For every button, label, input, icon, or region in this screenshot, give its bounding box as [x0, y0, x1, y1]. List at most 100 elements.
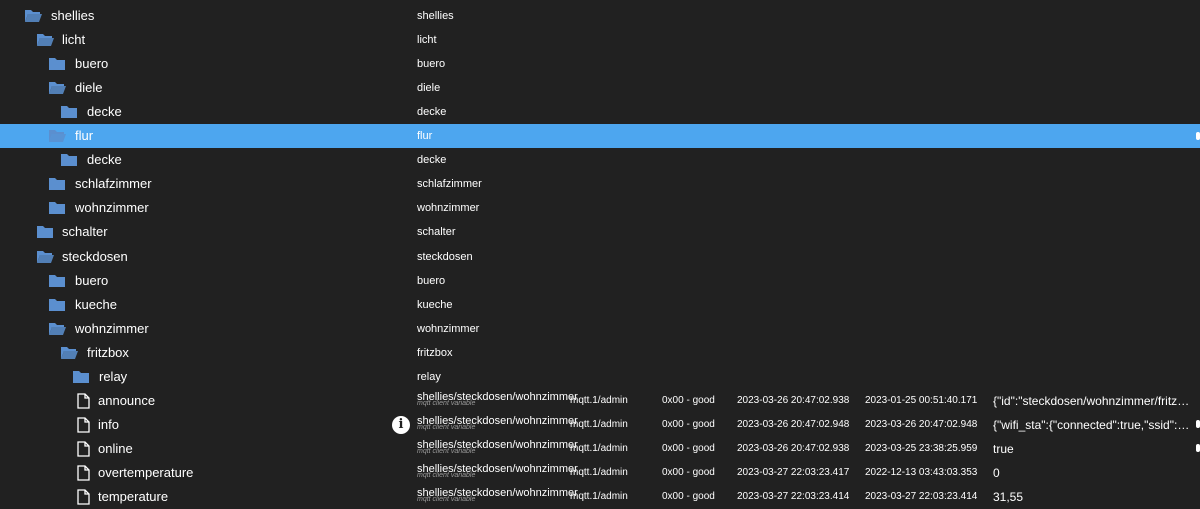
folder-icon: [48, 56, 66, 72]
timestamp: 2023-03-27 22:03:23.414: [737, 491, 850, 502]
timestamp: 2023-03-26 20:47:02.938: [737, 443, 850, 454]
file-icon: [74, 465, 92, 481]
tree-row-label: diele: [75, 80, 103, 95]
tree-row-label: buero: [75, 56, 109, 71]
file-icon: [74, 489, 92, 505]
last-change: 2022-12-13 03:43:03.353: [865, 467, 978, 478]
scrollbar-edge[interactable]: [1196, 420, 1200, 428]
tree-row-label: wohnzimmer: [75, 321, 149, 336]
tree-row-kueche[interactable]: kueche kueche: [0, 293, 1200, 317]
object-value[interactable]: 0: [993, 461, 1193, 485]
tree-row-label: relay: [99, 369, 128, 384]
tree-row-decke[interactable]: decke decke: [0, 148, 1200, 172]
folder-icon: [48, 176, 66, 192]
folder-icon: [60, 152, 78, 168]
object-name: shellies/steckdosen/wohnzimmer mqtt clien…: [417, 409, 578, 433]
object-name: shellies/steckdosen/wohnzimmer mqtt clien…: [417, 481, 578, 505]
last-change: 2023-03-27 22:03:23.414: [865, 491, 978, 502]
file-icon: [74, 417, 92, 433]
object-name: shellies/steckdosen/wohnzimmer mqtt clien…: [417, 457, 578, 481]
tree-row-buero[interactable]: buero buero: [0, 52, 1200, 76]
tree-row-label: fritzbox: [87, 345, 129, 360]
tree-row-flur[interactable]: flur flur: [0, 124, 1200, 148]
tree-row-fritzbox[interactable]: fritzbox fritzbox: [0, 341, 1200, 365]
quality: 0x00 - good: [662, 419, 715, 430]
tree-row-label: info: [98, 417, 119, 432]
object-name: kueche: [417, 299, 453, 311]
timestamp: 2023-03-26 20:47:02.938: [737, 395, 850, 406]
folder-open-icon: [36, 32, 54, 48]
tree-row-overtemperature[interactable]: overtemperature shellies/steckdosen/wohn…: [0, 461, 1200, 485]
tree-row-schalter[interactable]: schalter schalter: [0, 220, 1200, 244]
object-name: licht: [417, 34, 437, 46]
tree-row-decke[interactable]: decke decke: [0, 100, 1200, 124]
timestamp: 2023-03-27 22:03:23.417: [737, 467, 850, 478]
tree-row-label: buero: [75, 273, 109, 288]
tree-row-temperature[interactable]: temperature shellies/steckdosen/wohnzimm…: [0, 485, 1200, 509]
object-value[interactable]: true: [993, 437, 1193, 461]
object-type: mqtt client variable: [417, 448, 476, 455]
object-value[interactable]: {"wifi_sta":{"connected":true,"ssid":"FR…: [993, 413, 1193, 437]
tree-row-label: temperature: [98, 489, 169, 504]
tree-row-wohnzimmer[interactable]: wohnzimmer wohnzimmer: [0, 196, 1200, 220]
object-name: buero: [417, 58, 446, 70]
scrollbar-edge[interactable]: [1196, 132, 1200, 140]
object-name: schalter: [417, 226, 456, 238]
tree-row-online[interactable]: online shellies/steckdosen/wohnzimmer mqt…: [0, 437, 1200, 461]
object-name: decke: [417, 106, 447, 118]
tree-row-relay[interactable]: relay relay: [0, 365, 1200, 389]
tree-row-label: kueche: [75, 297, 117, 312]
object-type: mqtt client variable: [417, 472, 476, 479]
tree-row-wohnzimmer[interactable]: wohnzimmer wohnzimmer: [0, 317, 1200, 341]
tree-row-label: overtemperature: [98, 465, 194, 480]
object-name: schlafzimmer: [417, 178, 482, 190]
object-value[interactable]: 31,55: [993, 485, 1193, 509]
tree-row-label: flur: [75, 128, 94, 143]
tree-row-diele[interactable]: diele diele: [0, 76, 1200, 100]
tree-row-label: steckdosen: [62, 249, 128, 264]
object-tree: shellies shellies licht licht buero buer…: [0, 0, 1200, 505]
file-icon: [74, 441, 92, 457]
quality: 0x00 - good: [662, 395, 715, 406]
tree-row-label: announce: [98, 393, 156, 408]
object-name: flur: [417, 130, 433, 142]
scrollbar-edge[interactable]: [1196, 444, 1200, 452]
object-role: mqtt.1/admin: [570, 443, 628, 454]
last-change: 2023-03-25 23:38:25.959: [865, 443, 978, 454]
tree-row-buero[interactable]: buero buero: [0, 269, 1200, 293]
tree-row-label: schalter: [62, 224, 108, 239]
object-role: mqtt.1/admin: [570, 419, 628, 430]
tree-row-steckdosen[interactable]: steckdosen steckdosen: [0, 245, 1200, 269]
tree-row-shellies[interactable]: shellies shellies: [0, 4, 1200, 28]
quality: 0x00 - good: [662, 491, 715, 502]
object-type: mqtt client variable: [417, 424, 476, 431]
tree-row-info[interactable]: info i shellies/steckdosen/wohnzimmer mqt…: [0, 413, 1200, 437]
tree-row-schlafzimmer[interactable]: schlafzimmer schlafzimmer: [0, 172, 1200, 196]
object-name: shellies/steckdosen/wohnzimmer mqtt clien…: [417, 385, 578, 409]
object-name: fritzbox: [417, 347, 453, 359]
tree-row-announce[interactable]: announce shellies/steckdosen/wohnzimmer m…: [0, 389, 1200, 413]
object-name: shellies: [417, 10, 454, 22]
object-name: wohnzimmer: [417, 202, 480, 214]
tree-row-licht[interactable]: licht licht: [0, 28, 1200, 52]
folder-icon: [72, 369, 90, 385]
folder-icon: [48, 297, 66, 313]
tree-row-label: licht: [62, 32, 86, 47]
folder-open-icon: [24, 8, 42, 24]
last-change: 2023-03-26 20:47:02.948: [865, 419, 978, 430]
object-role: mqtt.1/admin: [570, 491, 628, 502]
folder-open-icon: [36, 249, 54, 265]
folder-open-icon: [48, 128, 66, 144]
last-change: 2023-01-25 00:51:40.171: [865, 395, 978, 406]
tree-row-label: online: [98, 441, 133, 456]
object-name: diele: [417, 82, 441, 94]
info-icon[interactable]: i: [392, 416, 410, 434]
file-icon: [74, 393, 92, 409]
quality: 0x00 - good: [662, 467, 715, 478]
timestamp: 2023-03-26 20:47:02.948: [737, 419, 850, 430]
tree-row-label: wohnzimmer: [75, 200, 149, 215]
object-value[interactable]: {"id":"steckdosen/wohnzimmer/fritzbox","…: [993, 389, 1193, 413]
object-name: decke: [417, 154, 447, 166]
object-name: buero: [417, 275, 446, 287]
tree-row-label: decke: [87, 104, 122, 119]
